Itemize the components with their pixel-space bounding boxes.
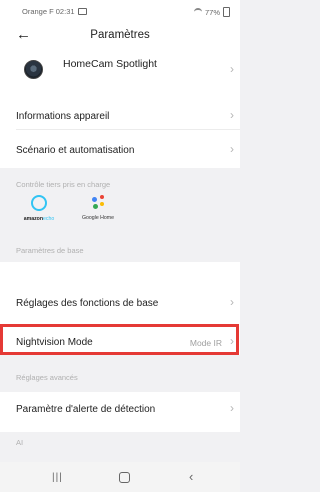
amazon-echo-logo[interactable]: amazonecho bbox=[22, 194, 56, 222]
device-info-row[interactable]: Informations appareil › bbox=[0, 88, 240, 130]
nightvision-value: Mode IR bbox=[189, 338, 222, 348]
google-assistant-icon bbox=[90, 194, 106, 210]
section-ai-label: AI bbox=[16, 438, 24, 447]
camera-icon bbox=[24, 60, 43, 79]
nightvision-label: Nightvision Mode bbox=[16, 337, 93, 348]
detection-alert-label: Paramètre d'alerte de détection bbox=[16, 404, 156, 415]
chevron-right-icon: › bbox=[230, 62, 234, 76]
recent-apps-icon[interactable]: ||| bbox=[52, 472, 63, 483]
image-notification-icon bbox=[77, 8, 87, 15]
status-bar: Orange F 02:31 77% bbox=[0, 0, 240, 20]
detection-alert-row[interactable]: Paramètre d'alerte de détection › bbox=[0, 392, 240, 432]
chevron-right-icon: › bbox=[230, 108, 234, 122]
third-party-logos: amazonecho Google Home bbox=[0, 194, 240, 236]
nav-back-icon[interactable]: ‹ bbox=[189, 469, 193, 484]
chevron-right-icon: › bbox=[230, 295, 234, 309]
status-right: 77% bbox=[193, 7, 230, 17]
section-basic: Paramètres de base bbox=[0, 236, 240, 262]
section-ai: AI bbox=[0, 432, 240, 462]
nightvision-mode-row[interactable]: Nightvision Mode Mode IR › bbox=[0, 324, 240, 355]
section-advanced: Réglages avancés bbox=[0, 355, 240, 392]
navigation-bar: ||| ‹ bbox=[0, 462, 240, 492]
home-icon[interactable] bbox=[119, 472, 130, 483]
scenario-label: Scénario et automatisation bbox=[16, 145, 135, 156]
status-left: Orange F 02:31 bbox=[22, 7, 87, 16]
battery-icon bbox=[223, 7, 230, 17]
device-info-label: Informations appareil bbox=[16, 111, 110, 122]
amazon-echo-text: amazonecho bbox=[23, 216, 55, 222]
chevron-right-icon: › bbox=[230, 401, 234, 415]
device-row[interactable]: HomeCam Spotlight › bbox=[0, 50, 240, 88]
section-basic-label: Paramètres de base bbox=[16, 246, 84, 255]
app-header: ← Paramètres bbox=[0, 20, 240, 50]
alexa-ring-icon bbox=[31, 195, 47, 211]
section-advanced-label: Réglages avancés bbox=[16, 373, 78, 382]
scenario-row[interactable]: Scénario et automatisation › bbox=[0, 130, 240, 168]
chevron-right-icon: › bbox=[230, 334, 234, 348]
basic-functions-label: Réglages des fonctions de base bbox=[16, 298, 159, 309]
chevron-right-icon: › bbox=[230, 142, 234, 156]
basic-functions-row[interactable]: Réglages des fonctions de base › bbox=[0, 262, 240, 324]
google-home-text: Google Home bbox=[81, 215, 114, 221]
section-third-party: Contrôle tiers pris en charge bbox=[0, 168, 240, 194]
battery-percent: 77% bbox=[204, 7, 220, 17]
device-name: HomeCam Spotlight bbox=[63, 58, 157, 70]
section-third-party-label: Contrôle tiers pris en charge bbox=[16, 180, 111, 189]
carrier-time: Orange F 02:31 bbox=[22, 7, 75, 16]
wifi-icon bbox=[193, 8, 202, 16]
google-home-logo[interactable]: Google Home bbox=[78, 194, 118, 221]
page-title: Paramètres bbox=[90, 29, 150, 41]
